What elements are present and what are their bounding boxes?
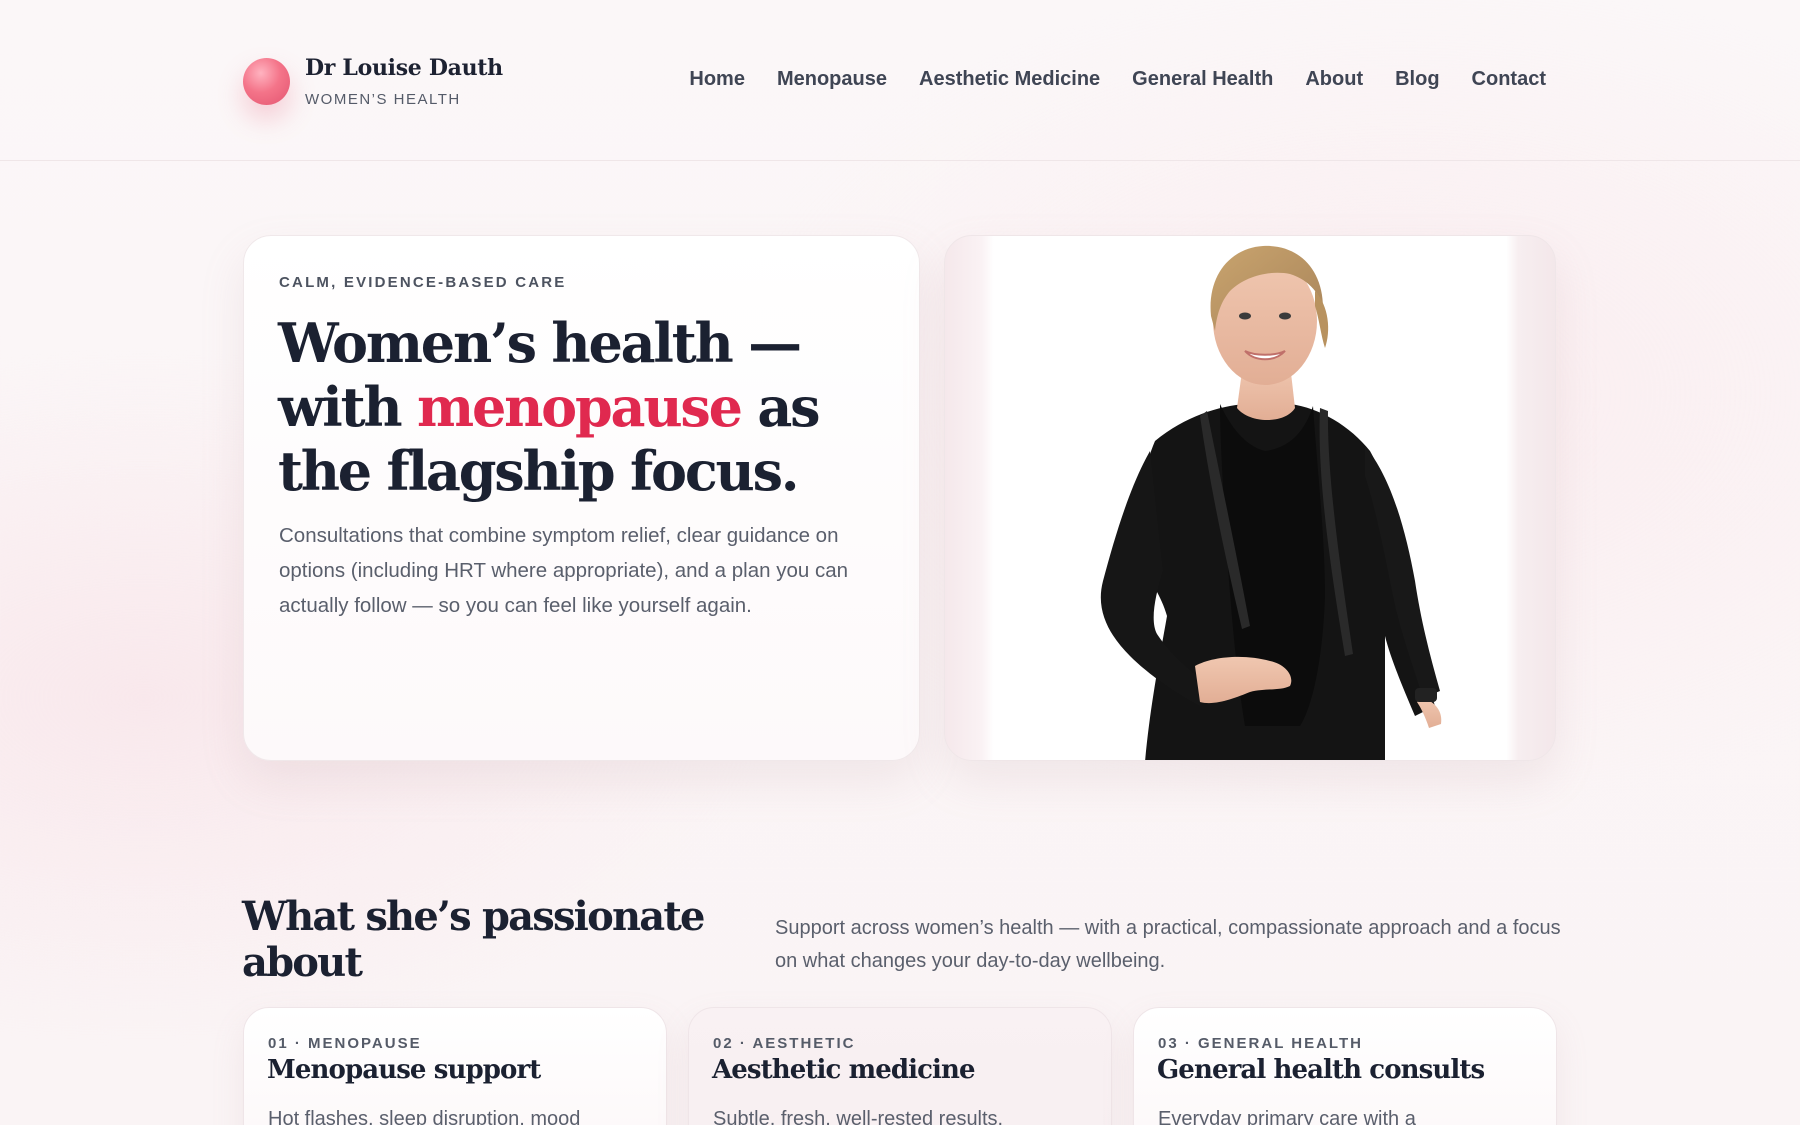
nav-blog[interactable]: Blog [1395, 68, 1439, 91]
card-kicker: 02 · AESTHETIC [713, 1035, 856, 1052]
card-menopause[interactable]: 01 · MENOPAUSE Menopause support Hot fla… [243, 1007, 667, 1125]
card-text: Everyday primary care with a [1158, 1108, 1416, 1125]
section-title: What she’s passionate about [242, 893, 705, 986]
card-title[interactable]: Menopause support [267, 1055, 541, 1085]
nav-aesthetic-medicine[interactable]: Aesthetic Medicine [919, 68, 1100, 91]
site-header: Dr Louise Dauth WOMEN’S HEALTH Home Meno… [0, 0, 1800, 161]
card-title[interactable]: Aesthetic medicine [712, 1055, 976, 1085]
hero-title: Women’s health — with menopause as the f… [278, 311, 908, 503]
watch [1415, 688, 1437, 702]
hero-title-accent: menopause [417, 375, 743, 439]
brand-subtitle: WOMEN’S HEALTH [305, 91, 461, 108]
main-nav: Home Menopause Aesthetic Medicine Genera… [689, 68, 1546, 91]
card-kicker: 03 · GENERAL HEALTH [1158, 1035, 1363, 1052]
logo-icon[interactable] [243, 58, 290, 105]
card-text: Hot flashes, sleep disruption, mood [268, 1108, 581, 1125]
brand-name[interactable]: Dr Louise Dauth [305, 55, 503, 81]
nav-home[interactable]: Home [689, 68, 745, 91]
hero-body: Consultations that combine symptom relie… [279, 524, 849, 617]
nav-general-health[interactable]: General Health [1132, 68, 1273, 91]
nav-menopause[interactable]: Menopause [777, 68, 887, 91]
card-kicker: 01 · MENOPAUSE [268, 1035, 422, 1052]
hero-card: CALM, EVIDENCE-BASED CARE Women’s health… [243, 235, 920, 761]
card-text: Subtle, fresh, well-rested results. [713, 1108, 1004, 1125]
hero-eyebrow: CALM, EVIDENCE-BASED CARE [279, 274, 567, 291]
section-lede: Support across women’s health — with a p… [775, 917, 1561, 972]
portrait-illustration [1100, 245, 1442, 760]
card-title[interactable]: General health consults [1157, 1055, 1485, 1085]
nav-contact[interactable]: Contact [1472, 68, 1546, 91]
card-general-health[interactable]: 03 · GENERAL HEALTH General health consu… [1133, 1007, 1557, 1125]
card-aesthetic[interactable]: 02 · AESTHETIC Aesthetic medicine Subtle… [688, 1007, 1112, 1125]
portrait-photo [944, 235, 1556, 761]
nav-about[interactable]: About [1305, 68, 1363, 91]
